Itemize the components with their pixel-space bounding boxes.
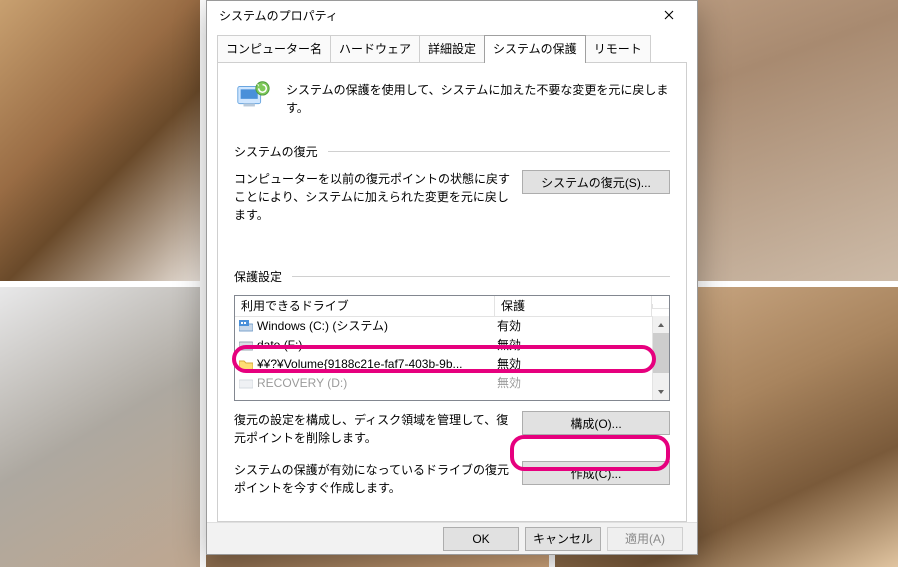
tab-strip: コンピューター名 ハードウェア 詳細設定 システムの保護 リモート <box>207 29 697 62</box>
close-button[interactable] <box>649 1 689 29</box>
folder-icon <box>239 358 253 370</box>
section-system-restore: システムの復元 <box>234 143 670 160</box>
column-status[interactable]: 保護 <box>495 295 652 317</box>
drive-row[interactable]: RECOVERY (D:) 無効 <box>235 373 669 392</box>
drive-name: Windows (C:) (システム) <box>257 317 388 334</box>
drive-name: ¥¥?¥Volume{9188c21e-faf7-403b-9b... <box>257 357 463 371</box>
drive-list[interactable]: 利用できるドライブ 保護 Windows (C:) (システム) 有効 date… <box>234 295 670 401</box>
cancel-button[interactable]: キャンセル <box>525 527 601 551</box>
tab-remote[interactable]: リモート <box>585 35 651 62</box>
scroll-down-button[interactable] <box>653 383 669 400</box>
drive-status: 無効 <box>497 374 665 391</box>
tab-system-protection[interactable]: システムの保護 <box>484 35 586 63</box>
system-protection-icon <box>234 77 272 115</box>
tab-panel: システムの保護を使用して、システムに加えた不要な変更を元に戻します。 システムの… <box>217 62 687 522</box>
column-drive[interactable]: 利用できるドライブ <box>235 295 495 317</box>
apply-button[interactable]: 適用(A) <box>607 527 683 551</box>
dialog-title: システムのプロパティ <box>219 7 649 24</box>
restore-description: コンピューターを以前の復元ポイントの状態に戻すことにより、システムに加えられた変… <box>234 170 512 224</box>
scroll-up-button[interactable] <box>653 316 669 333</box>
tab-computer-name[interactable]: コンピューター名 <box>217 35 331 62</box>
drive-name: RECOVERY (D:) <box>257 376 347 390</box>
drive-name: date (F:) <box>257 338 302 352</box>
titlebar: システムのプロパティ <box>207 1 697 29</box>
intro-text: システムの保護を使用して、システムに加えた不要な変更を元に戻します。 <box>286 77 670 117</box>
drive-row[interactable]: ¥¥?¥Volume{9188c21e-faf7-403b-9b... 無効 <box>235 354 669 373</box>
drive-status: 無効 <box>497 355 665 372</box>
close-icon <box>664 10 674 20</box>
configure-button[interactable]: 構成(O)... <box>522 411 670 435</box>
list-scrollbar[interactable] <box>652 316 669 400</box>
create-restore-point-button[interactable]: 作成(C)... <box>522 461 670 485</box>
drive-os-icon <box>239 320 253 332</box>
dialog-footer: OK キャンセル 適用(A) <box>207 522 697 554</box>
drive-row[interactable]: date (F:) 無効 <box>235 335 669 354</box>
drive-icon <box>239 377 253 389</box>
drive-row[interactable]: Windows (C:) (システム) 有効 <box>235 316 669 335</box>
drive-status: 無効 <box>497 336 665 353</box>
configure-description: 復元の設定を構成し、ディスク領域を管理して、復元ポイントを削除します。 <box>234 411 512 447</box>
drive-status: 有効 <box>497 317 665 334</box>
section-protection-settings: 保護設定 <box>234 268 670 285</box>
drive-icon <box>239 339 253 351</box>
list-header: 利用できるドライブ 保護 <box>235 296 669 316</box>
intro-row: システムの保護を使用して、システムに加えた不要な変更を元に戻します。 <box>234 77 670 117</box>
tab-advanced[interactable]: 詳細設定 <box>419 35 485 62</box>
create-description: システムの保護が有効になっているドライブの復元ポイントを今すぐ作成します。 <box>234 461 512 497</box>
ok-button[interactable]: OK <box>443 527 519 551</box>
section-heading: 保護設定 <box>234 268 282 285</box>
section-heading: システムの復元 <box>234 143 318 160</box>
system-restore-button[interactable]: システムの復元(S)... <box>522 170 670 194</box>
scroll-thumb[interactable] <box>653 333 669 373</box>
system-properties-dialog: システムのプロパティ コンピューター名 ハードウェア 詳細設定 システムの保護 … <box>206 0 698 555</box>
tab-hardware[interactable]: ハードウェア <box>330 35 420 62</box>
